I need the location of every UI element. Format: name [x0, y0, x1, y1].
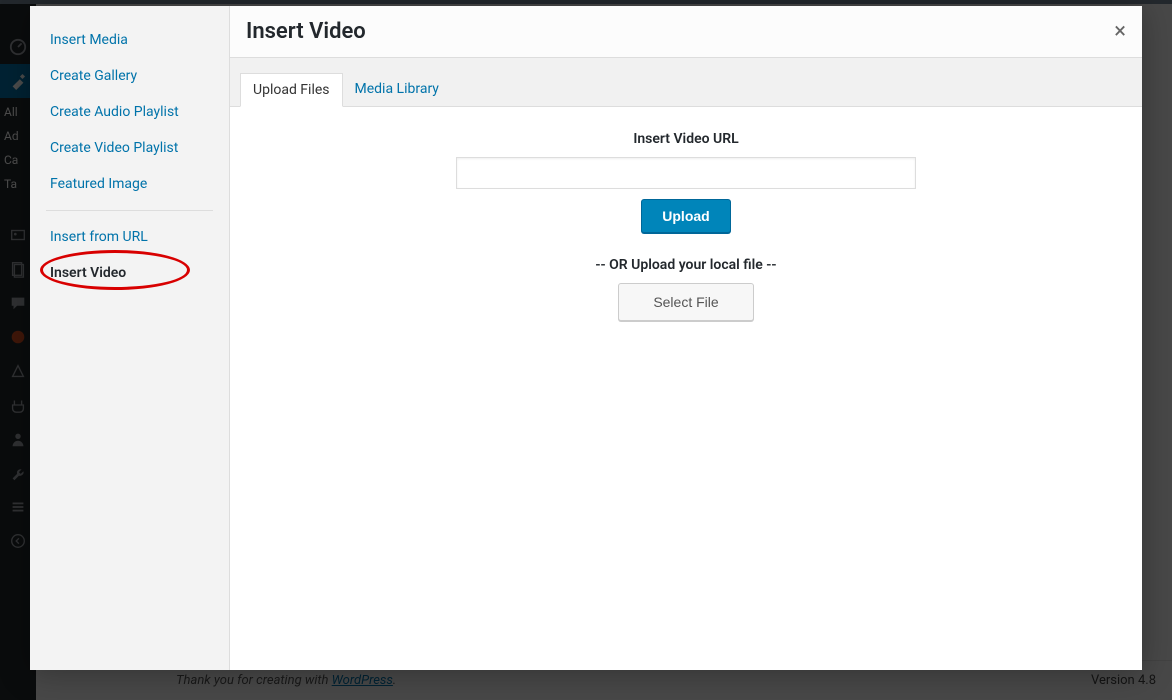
media-content: Insert Video URL Upload -- OR Upload you…	[230, 107, 1142, 670]
media-tabs: Upload Files Media Library	[240, 72, 1132, 106]
media-modal: Insert Media Create Gallery Create Audio…	[30, 6, 1142, 670]
select-file-button[interactable]: Select File	[618, 283, 753, 321]
sidebar-create-gallery[interactable]: Create Gallery	[46, 58, 213, 94]
sidebar-create-audio-playlist[interactable]: Create Audio Playlist	[46, 94, 213, 130]
media-sidebar: Insert Media Create Gallery Create Audio…	[30, 6, 230, 670]
sidebar-insert-video[interactable]: Insert Video	[46, 255, 213, 291]
sidebar-insert-from-url[interactable]: Insert from URL	[46, 219, 213, 255]
modal-title: Insert Video	[246, 19, 366, 44]
tab-media-library[interactable]: Media Library	[343, 73, 451, 107]
or-divider-text: -- OR Upload your local file --	[595, 257, 776, 273]
media-tabs-wrap: Upload Files Media Library	[230, 58, 1142, 107]
video-url-input[interactable]	[456, 157, 916, 189]
sidebar-create-video-playlist[interactable]: Create Video Playlist	[46, 130, 213, 166]
url-label: Insert Video URL	[633, 131, 738, 147]
sidebar-featured-image[interactable]: Featured Image	[46, 166, 213, 202]
upload-button[interactable]: Upload	[641, 199, 730, 233]
media-main: Insert Video × Upload Files Media Librar…	[230, 6, 1142, 670]
media-header: Insert Video ×	[230, 6, 1142, 58]
sidebar-insert-media[interactable]: Insert Media	[46, 22, 213, 58]
close-button[interactable]: ×	[1114, 19, 1126, 44]
sidebar-separator	[46, 210, 213, 211]
tab-upload-files[interactable]: Upload Files	[240, 73, 343, 107]
